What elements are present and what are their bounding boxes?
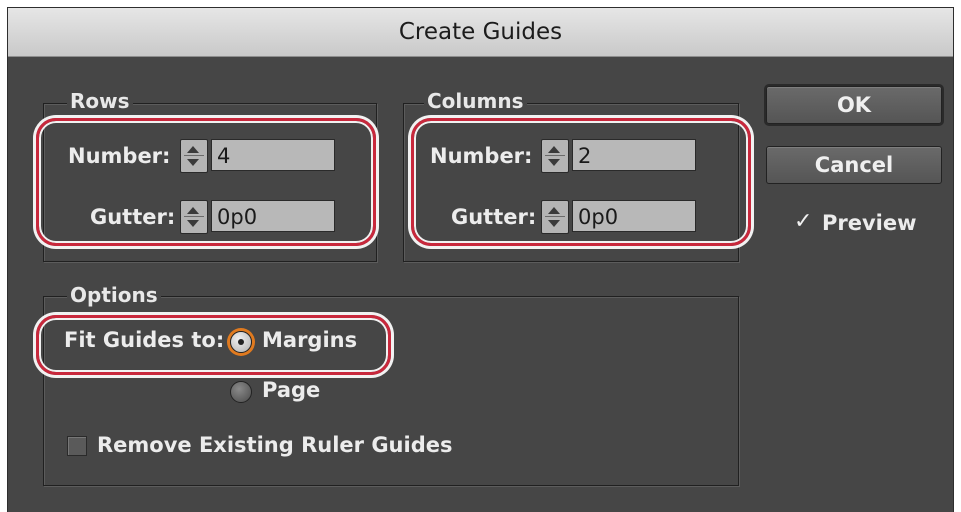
stepper-down-icon[interactable] [548,159,560,166]
rows-gutter-label: Gutter: [90,205,176,229]
stepper-up-icon[interactable] [548,146,560,153]
preview-label[interactable]: Preview [822,211,917,235]
radio-page[interactable] [230,381,252,403]
rows-gutter-stepper[interactable] [180,200,208,234]
stepper-down-icon[interactable] [187,220,199,227]
columns-gutter-label: Gutter: [451,205,537,229]
stepper-down-icon[interactable] [548,220,560,227]
ok-button[interactable]: OK [766,86,942,124]
radio-margins-label[interactable]: Margins [262,328,357,352]
columns-number-label: Number: [430,144,533,168]
columns-gutter-stepper[interactable] [541,200,569,234]
stepper-up-icon[interactable] [187,207,199,214]
cancel-button[interactable]: Cancel [766,146,942,184]
create-guides-dialog: Create Guides Rows Number: 4 Gutter: 0p0… [8,8,953,512]
fit-guides-label: Fit Guides to: [64,328,225,352]
rows-gutter-input[interactable]: 0p0 [211,200,335,232]
columns-number-stepper[interactable] [541,139,569,173]
preview-checkbox[interactable]: ✓ [794,209,812,234]
title-bar[interactable]: Create Guides [8,8,953,57]
rows-number-stepper[interactable] [180,139,208,173]
columns-gutter-input[interactable]: 0p0 [572,200,696,232]
remove-guides-checkbox[interactable] [67,436,87,456]
dialog-title: Create Guides [398,19,563,45]
columns-number-input[interactable]: 2 [572,139,696,171]
checkmark-icon: ✓ [794,209,813,234]
stepper-up-icon[interactable] [548,207,560,214]
options-group-label: Options [67,283,161,307]
rows-number-label: Number: [68,144,171,168]
rows-number-input[interactable]: 4 [211,139,335,171]
radio-page-label[interactable]: Page [262,378,320,402]
remove-guides-label[interactable]: Remove Existing Ruler Guides [97,433,452,457]
rows-group-label: Rows [67,89,133,113]
stepper-down-icon[interactable] [187,159,199,166]
stepper-up-icon[interactable] [187,146,199,153]
columns-group-label: Columns [424,89,527,113]
radio-margins[interactable] [230,331,252,353]
